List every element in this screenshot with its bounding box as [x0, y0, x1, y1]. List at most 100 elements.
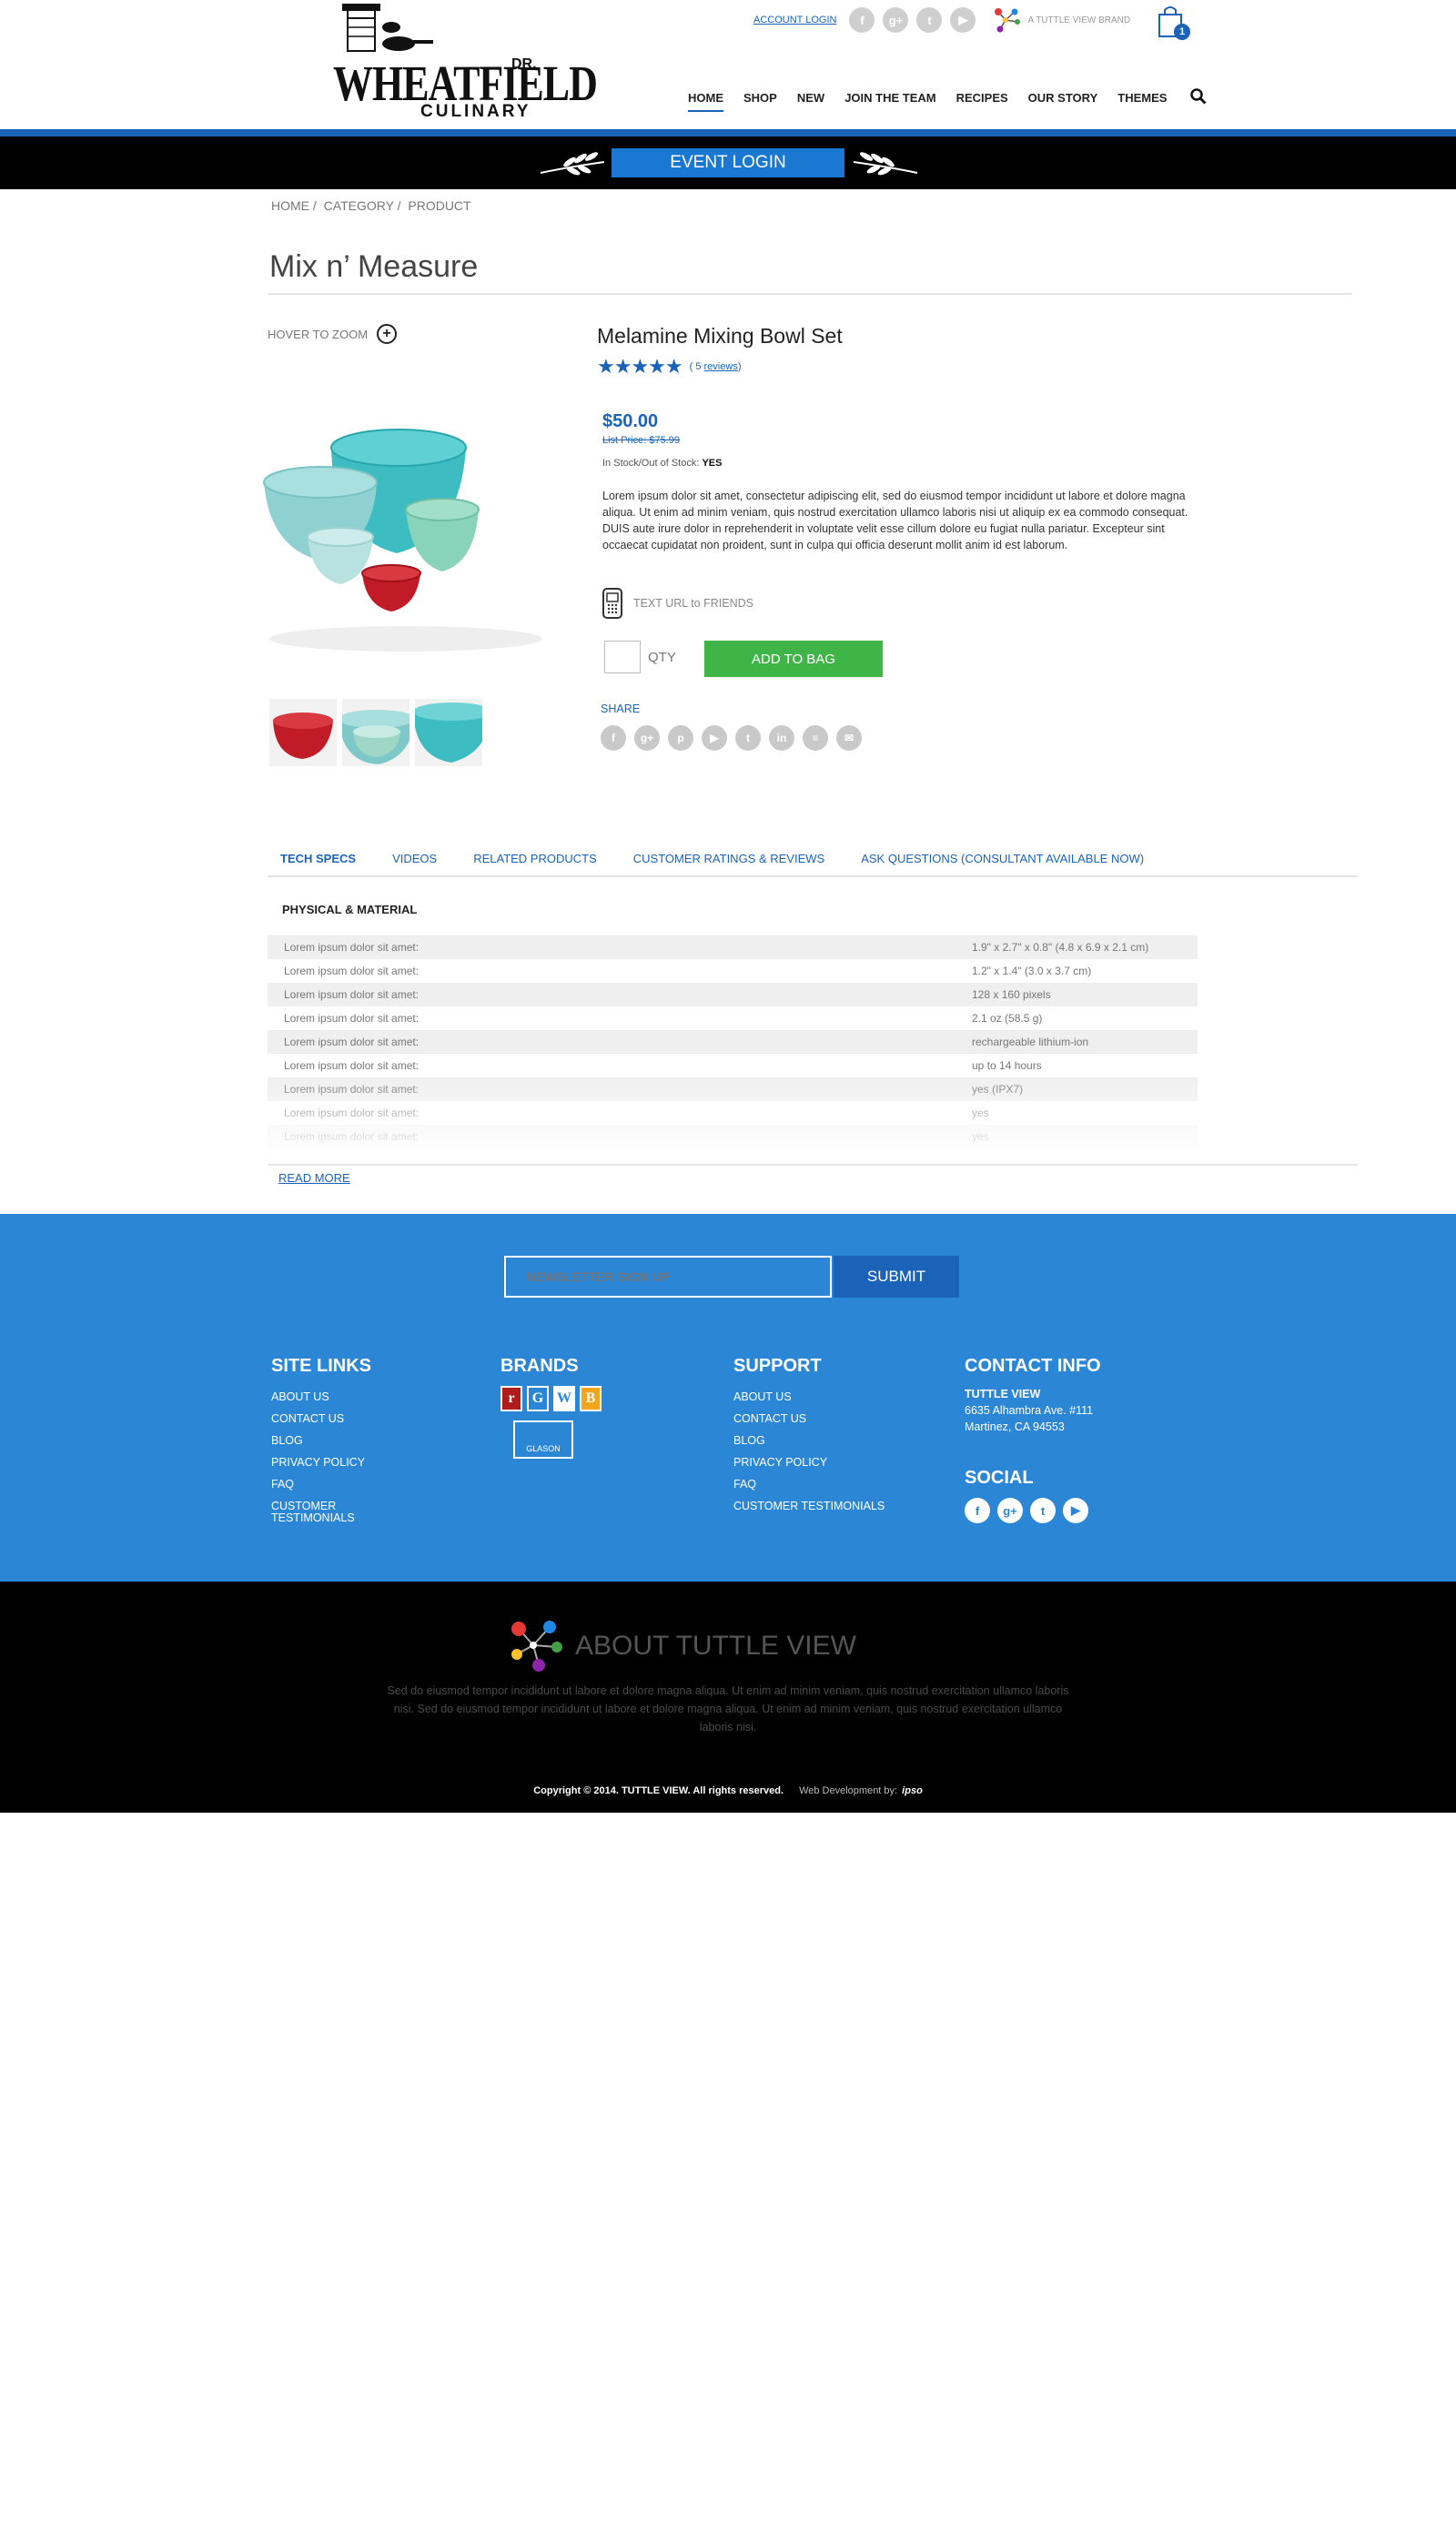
nav-our-story[interactable]: OUR STORY [1028, 91, 1098, 112]
text-url-to-friends[interactable]: TEXT URL to FRIENDS [602, 588, 753, 619]
wheatfield-logo[interactable]: WHEATFIELD DR. CULINARY [333, 4, 598, 121]
brands-column: BRANDS rGWB GLASON [500, 1356, 606, 1459]
site-link[interactable]: CUSTOMER TESTIMONIALS [271, 1501, 371, 1524]
breadcrumb-home[interactable]: HOME [271, 198, 309, 213]
support-link[interactable]: ABOUT US [733, 1386, 885, 1408]
twitter-icon[interactable]: t [1030, 1498, 1056, 1523]
reviews-link[interactable]: ( 5 reviews) [690, 361, 742, 372]
newsletter-submit-button[interactable]: SUBMIT [834, 1256, 959, 1298]
twitter-icon[interactable]: t [735, 725, 761, 751]
breadcrumb-category[interactable]: CATEGORY [324, 198, 394, 213]
cart-count-badge: 1 [1174, 24, 1190, 40]
spec-value: 1.9" x 2.7" x 0.8" (4.8 x 6.9 x 2.1 cm) [972, 941, 1149, 954]
spec-row: Lorem ipsum dolor sit amet: rechargeable … [268, 1030, 1198, 1054]
site-link[interactable]: PRIVACY POLICY [271, 1451, 371, 1473]
facebook-icon[interactable]: f [601, 725, 626, 751]
brand-tile[interactable]: W [553, 1386, 575, 1411]
brand-tile[interactable]: B [580, 1386, 602, 1411]
search-icon[interactable] [1190, 88, 1207, 109]
add-to-bag-button[interactable]: ADD TO BAG [704, 641, 883, 677]
spec-row: Lorem ipsum dolor sit amet: 1.9" x 2.7" x… [268, 935, 1198, 959]
read-more-divider [268, 1164, 1358, 1166]
utility-bar: ACCOUNT LOGIN f g+ t ▶ A TUTTLE VIEW BRAND [753, 7, 1130, 33]
product-thumbnail-teal[interactable] [415, 699, 482, 766]
tab-related-products[interactable]: RELATED PRODUCTS [473, 848, 597, 875]
product-main-image[interactable] [260, 400, 551, 664]
event-login-button[interactable]: EVENT LOGIN [612, 148, 844, 177]
logo-culinary: CULINARY [420, 102, 531, 121]
support-title: SUPPORT [733, 1356, 822, 1376]
contact-address-line1: 6635 Alhambra Ave. #111 [965, 1404, 1094, 1417]
site-link[interactable]: ABOUT US [271, 1386, 371, 1408]
ipso-logo-link[interactable]: ipso [902, 1785, 923, 1796]
tuttle-view-brand[interactable]: A TUTTLE VIEW BRAND [993, 7, 1130, 33]
shopping-bag[interactable]: 1 [1156, 5, 1190, 40]
support-link[interactable]: BLOG [733, 1430, 885, 1451]
brand-tile[interactable]: r [500, 1386, 522, 1411]
brands-title: BRANDS [500, 1356, 579, 1376]
support-link[interactable]: PRIVACY POLICY [733, 1451, 885, 1473]
tab-customer-ratings-reviews[interactable]: CUSTOMER RATINGS & REVIEWS [633, 848, 824, 875]
spec-row: Lorem ipsum dolor sit amet: 128 x 160 pix… [268, 983, 1198, 1006]
support-column: SUPPORT ABOUT US CONTACT US BLOG PRIVACY PO… [733, 1356, 885, 1517]
facebook-icon[interactable]: f [849, 7, 875, 33]
google-plus-icon[interactable]: g+ [883, 7, 909, 33]
tab-videos[interactable]: VIDEOS [392, 848, 437, 875]
nav-join-the-team[interactable]: JOIN THE TEAM [844, 91, 935, 112]
spec-key: Lorem ipsum dolor sit amet: [284, 1059, 420, 1072]
tab-ask-questions[interactable]: ASK QUESTIONS (CONSULTANT AVAILABLE NOW) [861, 848, 1144, 875]
read-more-link[interactable]: READ MORE [278, 1171, 350, 1185]
product-price: $50.00 [602, 411, 659, 431]
youtube-icon[interactable]: ▶ [702, 725, 727, 751]
logo-dr: DR. [511, 56, 537, 72]
site-footer: SUBMIT SITE LINKS ABOUT USCONTACT USBLOG… [0, 1214, 1456, 1582]
pinterest-icon[interactable]: p [668, 725, 693, 751]
contact-title: CONTACT INFO [965, 1356, 1101, 1376]
site-link[interactable]: FAQ [271, 1473, 371, 1495]
newsletter-input[interactable] [504, 1256, 832, 1298]
stock-label: In Stock/Out of Stock: [602, 458, 700, 469]
linkedin-icon[interactable]: in [769, 725, 794, 751]
wheat-left-icon [540, 152, 605, 176]
list-price: List Price: $75.99 [602, 435, 680, 446]
share-icons: f g+ p ▶ t in ≡ ✉ [601, 725, 870, 751]
youtube-icon[interactable]: ▶ [950, 7, 976, 33]
email-icon[interactable]: ✉ [836, 725, 862, 751]
share-label: SHARE [601, 702, 641, 715]
brand-tiles: rGWB [500, 1386, 606, 1411]
mobile-phone-icon [602, 588, 622, 619]
glason-brand-logo[interactable]: GLASON [513, 1420, 573, 1459]
nav-shop[interactable]: SHOP [743, 91, 777, 112]
quantity-label: QTY [648, 650, 676, 665]
site-link[interactable]: BLOG [271, 1430, 371, 1451]
spec-key: Lorem ipsum dolor sit amet: [284, 965, 420, 977]
zoom-hint[interactable]: HOVER TO ZOOM + [268, 324, 398, 344]
youtube-icon[interactable]: ▶ [1063, 1498, 1088, 1523]
account-login-link[interactable]: ACCOUNT LOGIN [753, 15, 836, 25]
spec-key: Lorem ipsum dolor sit amet: [284, 941, 420, 954]
quantity-input[interactable] [604, 641, 641, 673]
google-plus-icon[interactable]: g+ [997, 1498, 1023, 1523]
product-thumbnail-red[interactable] [269, 699, 337, 766]
product-thumbnail-stack[interactable] [342, 699, 410, 766]
spec-key: Lorem ipsum dolor sit amet: [284, 1012, 420, 1025]
brand-tile[interactable]: G [527, 1386, 549, 1411]
nav-new[interactable]: NEW [797, 91, 824, 112]
wheat-right-icon [853, 152, 918, 176]
stock-status: In Stock/Out of Stock: YES [602, 458, 722, 469]
clipboard-icon[interactable]: ≡ [803, 725, 828, 751]
facebook-icon[interactable]: f [965, 1498, 990, 1523]
nav-recipes[interactable]: RECIPES [956, 91, 1008, 112]
tab-tech-specs[interactable]: TECH SPECS [280, 848, 356, 875]
support-link[interactable]: CONTACT US [733, 1408, 885, 1430]
site-link[interactable]: CONTACT US [271, 1408, 371, 1430]
about-text: Sed do eiusmod tempor incididunt ut labo… [387, 1684, 1069, 1733]
breadcrumb-separator: / [312, 198, 317, 213]
support-link[interactable]: FAQ [733, 1473, 885, 1495]
support-link[interactable]: CUSTOMER TESTIMONIALS [733, 1495, 885, 1517]
google-plus-icon[interactable]: g+ [634, 725, 660, 751]
twitter-icon[interactable]: t [916, 7, 943, 33]
nav-home[interactable]: HOME [688, 91, 723, 112]
nav-themes[interactable]: THEMES [1117, 91, 1167, 112]
web-dev-label: Web Development by: [799, 1785, 898, 1796]
